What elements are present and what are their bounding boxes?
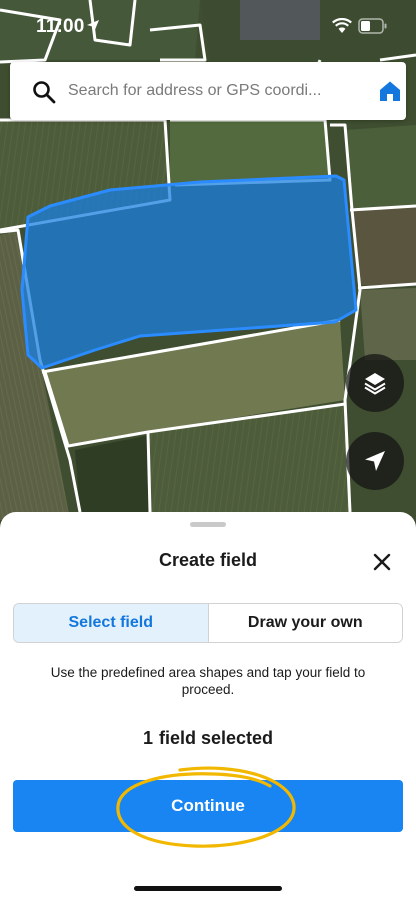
drag-handle[interactable] — [190, 522, 226, 527]
selected-count-number: 1 — [142, 728, 153, 748]
selected-count-label: field selected — [158, 728, 274, 748]
location-arrow-icon — [365, 451, 385, 471]
tab-select-field[interactable]: Select field — [14, 604, 209, 642]
search-input[interactable] — [68, 72, 350, 110]
home-indicator — [134, 886, 282, 891]
search-bar[interactable] — [10, 62, 406, 120]
location-arrow-icon — [87, 20, 99, 32]
mode-toggle: Select field Draw your own — [13, 603, 403, 643]
layers-button[interactable] — [346, 354, 404, 412]
locate-button[interactable] — [346, 432, 404, 490]
battery-icon — [358, 18, 387, 34]
status-time: 11:00 — [36, 16, 85, 37]
instructions-text: Use the predefined area shapes and tap y… — [50, 665, 366, 697]
close-button[interactable] — [368, 548, 396, 576]
selected-count: 1 field selected — [0, 728, 416, 749]
layers-icon — [364, 373, 386, 395]
search-icon — [33, 81, 56, 104]
status-bar: 11:00 — [0, 0, 416, 56]
home-icon[interactable] — [378, 79, 402, 103]
sheet-title: Create field — [158, 550, 258, 570]
wifi-icon — [332, 18, 352, 33]
create-field-sheet: Create field Select field Draw your own … — [0, 512, 416, 900]
close-icon — [373, 553, 391, 571]
tab-draw-your-own[interactable]: Draw your own — [208, 604, 402, 642]
continue-button[interactable]: Continue — [13, 780, 403, 832]
